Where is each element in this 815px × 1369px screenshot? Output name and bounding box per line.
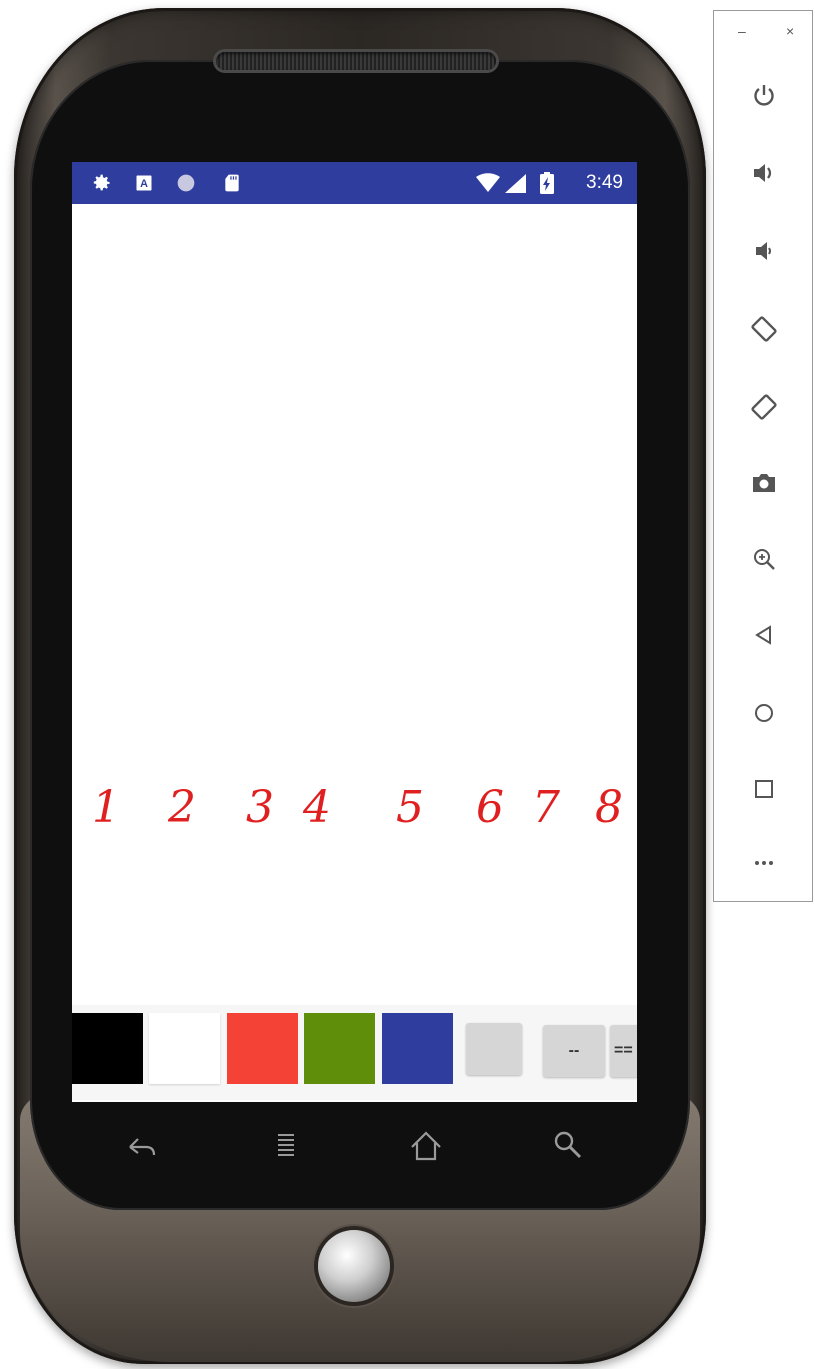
battery-charging-icon (540, 172, 554, 194)
minimize-icon[interactable]: – (738, 23, 746, 39)
clear-button[interactable] (466, 1023, 522, 1075)
volume-up-icon (754, 164, 772, 182)
annotation-digit-1: 1 (92, 782, 120, 833)
sd-card-icon (225, 174, 239, 192)
volume-up-button[interactable] (744, 153, 784, 193)
home-circle-icon (755, 704, 773, 722)
color-toolbar: -- == (72, 1005, 637, 1100)
annotation-digit-4: 4 (303, 782, 331, 833)
a-box-icon: A (136, 175, 152, 191)
back-button[interactable] (744, 615, 784, 655)
zoom-icon (754, 549, 775, 570)
back-icon[interactable] (124, 1127, 160, 1163)
annotation-digit-2: 2 (168, 782, 196, 833)
svg-text:A: A (140, 178, 148, 190)
drawing-canvas[interactable] (72, 204, 637, 988)
rotate-right-button[interactable] (744, 387, 784, 427)
volume-down-icon (756, 242, 771, 260)
camera-icon (753, 474, 775, 492)
menu-icon[interactable] (268, 1127, 304, 1163)
home-icon[interactable] (408, 1127, 444, 1163)
settings-icon (93, 174, 110, 191)
power-icon (754, 85, 774, 106)
black-swatch-button[interactable] (72, 1013, 143, 1084)
emulator-toolbar: – × (713, 10, 813, 902)
phone-screen: A 3:49 -- == (72, 162, 637, 1102)
signal-icon (505, 174, 526, 193)
home-button[interactable] (744, 693, 784, 733)
thin-line-button[interactable]: -- (543, 1025, 605, 1077)
annotation-digit-3: 3 (246, 782, 274, 833)
rotate-left-icon (751, 316, 777, 342)
more-icon (755, 861, 773, 865)
status-time: 3:49 (586, 172, 623, 193)
circle-icon (177, 174, 195, 192)
zoom-button[interactable] (744, 539, 784, 579)
white-swatch-button[interactable] (149, 1013, 220, 1084)
overview-button[interactable] (744, 769, 784, 809)
status-bar: A 3:49 (72, 162, 637, 204)
power-button[interactable] (744, 75, 784, 115)
thick-line-button[interactable]: == (610, 1025, 637, 1077)
green-swatch-button[interactable] (304, 1013, 375, 1084)
screenshot-button[interactable] (744, 463, 784, 503)
annotation-digit-6: 6 (476, 782, 504, 833)
rotate-left-button[interactable] (744, 309, 784, 349)
wifi-icon (476, 173, 500, 192)
more-button[interactable] (744, 841, 784, 881)
overview-square-icon (755, 780, 773, 798)
search-icon[interactable] (550, 1127, 586, 1163)
blue-swatch-button[interactable] (382, 1013, 453, 1084)
annotation-digit-8: 8 (595, 782, 623, 833)
close-icon[interactable]: × (786, 23, 794, 39)
rotate-right-icon (751, 394, 777, 420)
volume-down-button[interactable] (744, 231, 784, 271)
red-swatch-button[interactable] (227, 1013, 298, 1084)
physical-home-button[interactable] (318, 1230, 390, 1302)
annotation-digit-7: 7 (532, 782, 560, 833)
earpiece-speaker (216, 52, 496, 70)
back-triangle-icon (755, 625, 771, 645)
annotation-digit-5: 5 (396, 782, 424, 833)
